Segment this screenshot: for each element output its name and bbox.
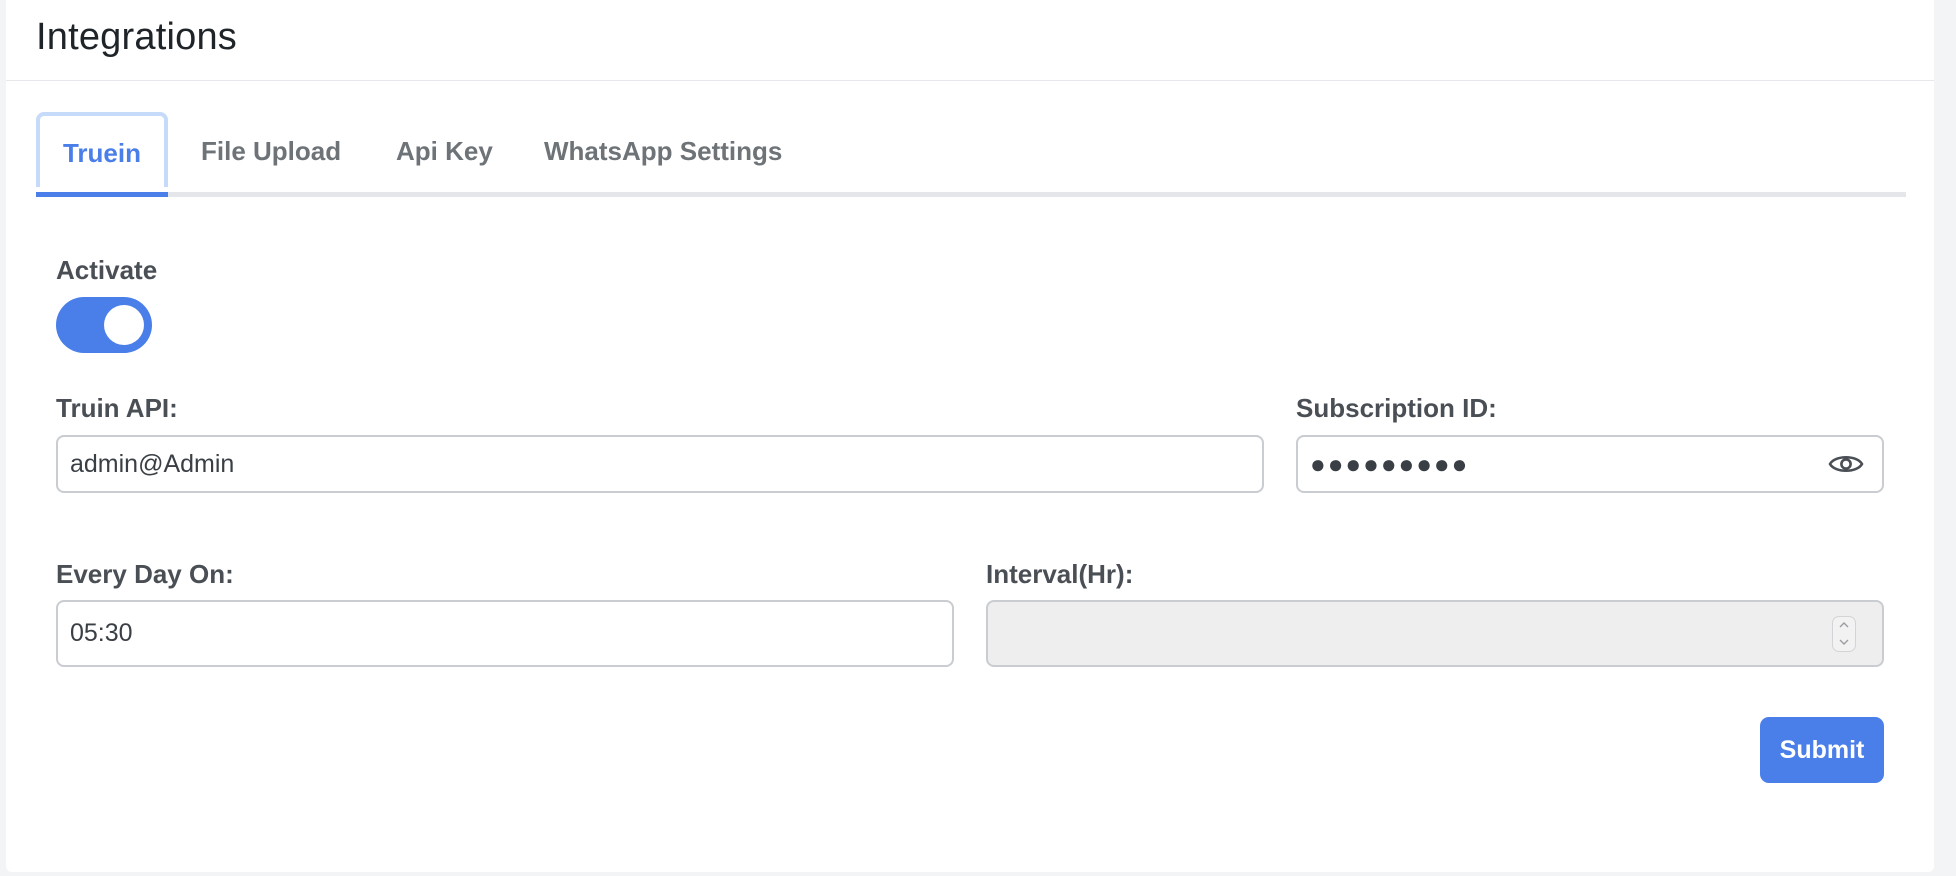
every-day-on-value: 05:30 bbox=[70, 619, 133, 647]
subscription-id-masked-value: ●●●●●●●●● bbox=[1310, 448, 1470, 479]
activate-toggle[interactable] bbox=[56, 297, 152, 353]
interval-label: Interval(Hr): bbox=[986, 559, 1134, 589]
number-spinner[interactable] bbox=[1832, 615, 1856, 652]
activate-label: Activate bbox=[56, 255, 158, 285]
tab-truein[interactable]: Truein bbox=[36, 112, 168, 187]
subscription-id-label: Subscription ID: bbox=[1296, 393, 1497, 423]
every-day-on-input[interactable]: 05:30 bbox=[56, 600, 954, 667]
integrations-card: Integrations Truein File Upload Api Key … bbox=[6, 0, 1934, 872]
spinner-up-icon[interactable] bbox=[1838, 621, 1850, 629]
eye-icon[interactable] bbox=[1828, 452, 1864, 476]
active-tab-indicator bbox=[36, 192, 168, 197]
toggle-knob bbox=[104, 305, 144, 345]
interval-input[interactable] bbox=[986, 600, 1884, 667]
submit-button[interactable]: Submit bbox=[1760, 717, 1884, 783]
tab-file-upload[interactable]: File Upload bbox=[201, 115, 341, 188]
card-header: Integrations bbox=[6, 0, 1934, 81]
every-day-on-label: Every Day On: bbox=[56, 559, 234, 589]
truin-api-value: admin@Admin bbox=[70, 449, 235, 478]
page-title: Integrations bbox=[36, 16, 237, 58]
tab-bar: Truein File Upload Api Key WhatsApp Sett… bbox=[36, 110, 1906, 197]
subscription-id-input[interactable]: ●●●●●●●●● bbox=[1296, 435, 1884, 493]
tab-whatsapp-settings[interactable]: WhatsApp Settings bbox=[544, 115, 782, 188]
tab-api-key[interactable]: Api Key bbox=[396, 115, 493, 188]
spinner-down-icon[interactable] bbox=[1838, 638, 1850, 646]
truin-api-label: Truin API: bbox=[56, 393, 178, 423]
truin-api-input[interactable]: admin@Admin bbox=[56, 435, 1264, 493]
